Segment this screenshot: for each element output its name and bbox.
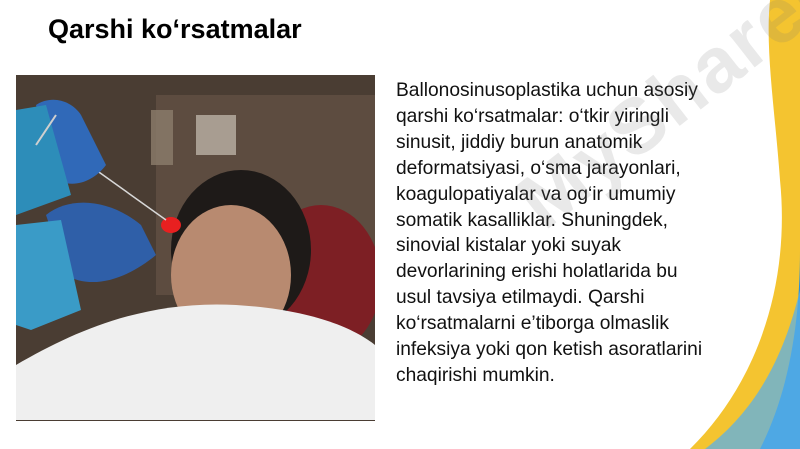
body-line: ko‘rsatmalarni e’tiborga olmaslik bbox=[396, 313, 669, 335]
body-line: deformatsiyasi, o‘sma jarayonlari, bbox=[396, 157, 681, 179]
slide: Qarshi ko‘rsatmalar Ballonosinusoplastik… bbox=[0, 0, 800, 449]
procedure-photo bbox=[16, 75, 375, 421]
body-line: qarshi ko‘rsatmalar: o‘tkir yiringli bbox=[396, 105, 669, 127]
body-line: Ballonosinusoplastika uchun asosiy bbox=[396, 80, 698, 101]
slide-title: Qarshi ko‘rsatmalar bbox=[48, 14, 302, 44]
body-line: chaqirishi mumkin. bbox=[396, 364, 555, 386]
body-line: infeksiya yoki qon ketish asoratlarini bbox=[396, 339, 703, 361]
body-line: devorlarining erishi holatlarida bu bbox=[396, 261, 678, 283]
slide-body-text: Ballonosinusoplastika uchun asosiy qarsh… bbox=[396, 78, 776, 389]
body-line: sinusit, jiddiy burun anatomik bbox=[396, 131, 643, 153]
body-line: usul tavsiya etilmaydi. Qarshi bbox=[396, 287, 645, 309]
body-line: koagulopatiyalar va og‘ir umumiy bbox=[396, 183, 676, 205]
body-line: sinovial kistalar yoki suyak bbox=[396, 235, 622, 257]
body-line: somatik kasalliklar. Shuningdek, bbox=[396, 209, 668, 231]
